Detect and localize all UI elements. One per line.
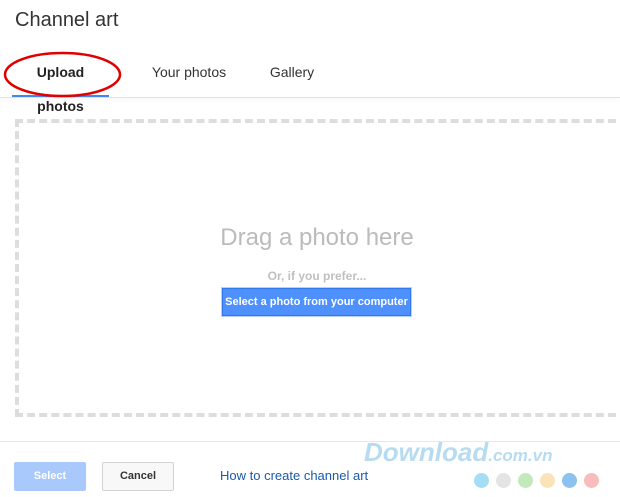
cancel-button[interactable]: Cancel (102, 462, 174, 491)
tab-divider (0, 97, 620, 98)
select-photo-from-computer-button[interactable]: Select a photo from your computer (222, 288, 411, 316)
watermark-dot (518, 473, 533, 488)
watermark-dot (496, 473, 511, 488)
watermark-logo: Download.com.vn (352, 437, 600, 495)
tab-upload-photos[interactable]: Upload photos (12, 55, 109, 114)
tab-bar: Upload photos Your photos Gallery (0, 55, 620, 114)
footer-divider (0, 441, 620, 442)
watermark-dot (562, 473, 577, 488)
tab-your-photos[interactable]: Your photos (140, 55, 238, 97)
drop-zone-subtitle: Or, if you prefer... (267, 269, 367, 283)
watermark-domain: .com.vn (488, 446, 553, 465)
tab-gallery[interactable]: Gallery (258, 55, 326, 97)
photo-drop-zone[interactable] (15, 119, 620, 417)
dialog-title: Channel art (15, 9, 119, 31)
how-to-create-channel-art-link[interactable]: How to create channel art (220, 468, 368, 483)
select-button[interactable]: Select (14, 462, 86, 491)
watermark-dot (474, 473, 489, 488)
drop-zone-title: Drag a photo here (220, 224, 414, 251)
watermark-dot (540, 473, 555, 488)
watermark-dot (584, 473, 599, 488)
